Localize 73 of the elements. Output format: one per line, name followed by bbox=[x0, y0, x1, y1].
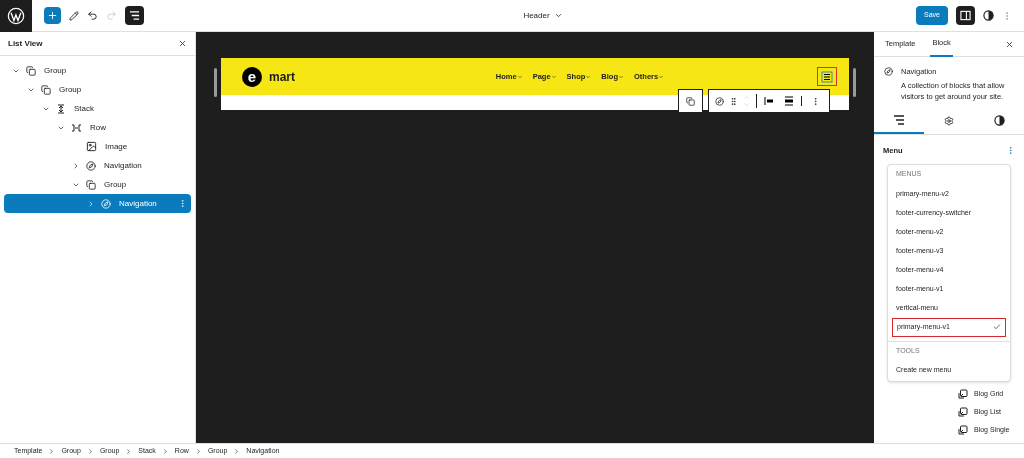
compass-icon bbox=[884, 67, 893, 76]
list-view-item[interactable]: Group bbox=[4, 80, 191, 99]
document-title-button[interactable]: Header bbox=[523, 9, 563, 22]
item-label: Group bbox=[44, 64, 68, 77]
chevron-down-icon bbox=[516, 73, 523, 80]
item-label: Image bbox=[105, 140, 129, 153]
parent-block-button[interactable] bbox=[678, 89, 703, 113]
menu-icon bbox=[821, 70, 833, 83]
contrast-icon bbox=[993, 115, 1005, 127]
item-label: Row bbox=[90, 121, 107, 134]
template-part-icon bbox=[958, 388, 968, 399]
more-options-icon[interactable] bbox=[811, 96, 820, 106]
list-view-item[interactable]: Image bbox=[4, 137, 191, 156]
chevron-down-icon bbox=[585, 73, 592, 80]
template-part-icon bbox=[958, 406, 968, 417]
list-view-icon bbox=[129, 10, 140, 21]
panel-title: List View bbox=[8, 37, 43, 50]
justify-left-icon[interactable] bbox=[764, 96, 774, 106]
chevron-down-icon bbox=[550, 73, 557, 80]
image-icon bbox=[86, 141, 97, 152]
stack-icon bbox=[56, 103, 66, 114]
separator-icon bbox=[86, 447, 94, 455]
separator-icon bbox=[125, 447, 133, 455]
chevron-right-icon[interactable] bbox=[87, 199, 95, 208]
item-label: Group bbox=[59, 83, 83, 96]
list-view-item[interactable]: Navigation bbox=[4, 156, 191, 175]
wordpress-logo[interactable] bbox=[0, 0, 32, 32]
group-icon bbox=[86, 179, 96, 190]
group-icon bbox=[686, 96, 695, 106]
drag-handle-icon[interactable] bbox=[729, 96, 738, 106]
justify-stretch-icon[interactable] bbox=[784, 96, 794, 106]
resize-handle[interactable] bbox=[853, 68, 856, 97]
list-view-item[interactable]: Group bbox=[4, 61, 191, 80]
item-label: Navigation bbox=[104, 159, 143, 172]
logo-badge: e bbox=[242, 66, 262, 87]
separator-icon bbox=[161, 447, 169, 455]
chevron-down-icon bbox=[618, 73, 624, 80]
close-icon[interactable] bbox=[1005, 39, 1014, 49]
undo-icon[interactable] bbox=[87, 10, 98, 21]
item-label: Group bbox=[104, 178, 128, 191]
list-view-icon bbox=[893, 113, 905, 126]
group-icon bbox=[26, 65, 36, 76]
compass-icon bbox=[86, 160, 96, 171]
edit-icon[interactable] bbox=[69, 10, 79, 21]
separator-icon bbox=[48, 447, 56, 455]
compass-icon bbox=[101, 198, 111, 209]
menu-icon-button[interactable] bbox=[817, 67, 837, 86]
chevron-right-icon[interactable] bbox=[72, 161, 80, 170]
sidebar-panel-icon bbox=[960, 10, 971, 21]
chevron-down-icon bbox=[553, 11, 563, 20]
item-label: Navigation bbox=[119, 197, 158, 210]
list-view-button[interactable] bbox=[125, 6, 144, 25]
list-view-item[interactable]: Navigation bbox=[4, 194, 191, 213]
template-part-icon bbox=[958, 424, 968, 435]
separator-icon bbox=[194, 447, 202, 455]
resize-handle[interactable] bbox=[214, 68, 217, 97]
row-icon bbox=[71, 122, 82, 133]
chevron-down-icon bbox=[658, 73, 665, 80]
list-view-item[interactable]: Stack bbox=[4, 99, 191, 118]
settings-panel-button[interactable] bbox=[956, 6, 975, 25]
close-icon[interactable] bbox=[178, 39, 187, 48]
group-icon bbox=[41, 84, 51, 95]
settings-icon bbox=[944, 115, 954, 126]
compass-icon[interactable] bbox=[715, 96, 724, 106]
add-block-button[interactable] bbox=[44, 7, 61, 24]
item-label: Stack bbox=[74, 102, 95, 115]
contrast-icon bbox=[983, 10, 994, 21]
separator-icon bbox=[233, 447, 241, 455]
list-view-item[interactable]: Group bbox=[4, 175, 191, 194]
list-view-item[interactable]: Row bbox=[4, 118, 191, 137]
plus-icon bbox=[47, 10, 58, 21]
check-icon bbox=[993, 323, 1001, 331]
logo-text: mart bbox=[269, 68, 295, 86]
